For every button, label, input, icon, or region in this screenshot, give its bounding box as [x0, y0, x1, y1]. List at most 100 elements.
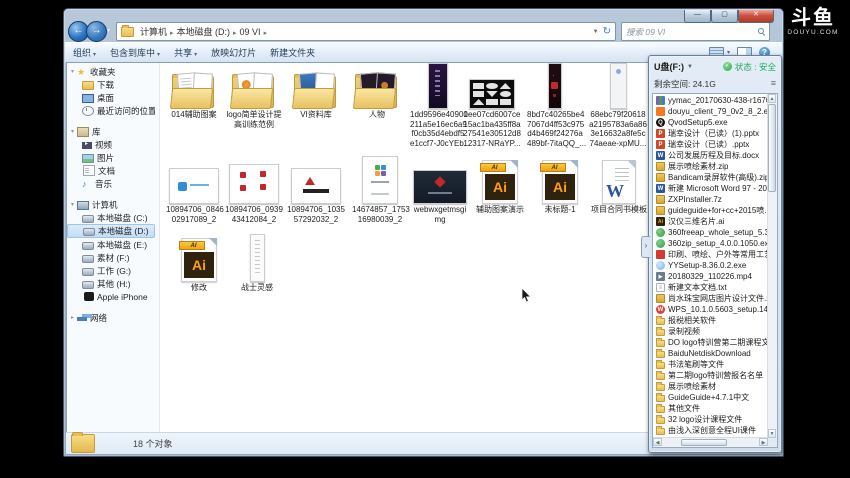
forward-button[interactable]: → [86, 21, 107, 42]
horizontal-scroll-thumb[interactable] [681, 439, 727, 446]
usb-file-row[interactable]: ▶20180329_110226.mp4 [653, 271, 768, 282]
sidebar-item[interactable]: 素材 (F:) [67, 251, 155, 264]
file-item[interactable]: 10894706_093943412084_2 [224, 156, 284, 224]
usb-file-row[interactable]: 尚水珠宝网店图片设计文件.zip [653, 293, 768, 304]
usb-file-row[interactable]: 由浅入深创意全程UI课件 [653, 425, 768, 436]
file-item[interactable]: AIAi辅助图案演示 [471, 156, 529, 215]
file-item[interactable]: webwxgetmsgimg [411, 156, 469, 224]
scroll-right-icon[interactable]: ▶ [759, 438, 768, 446]
sidebar-item[interactable]: 工作 (G:) [67, 264, 155, 277]
scroll-left-icon[interactable]: ◀ [653, 438, 662, 446]
address-dropdown-icon[interactable]: ▼ [593, 29, 599, 35]
refresh-icon[interactable]: ↻ [603, 27, 611, 37]
sidebar-item[interactable]: 下载 [67, 78, 155, 91]
sidebar-item[interactable]: 本地磁盘 (C:) [67, 211, 155, 224]
maximize-button[interactable]: ▢ [711, 10, 738, 23]
file-item[interactable]: W项目合同书模板 [590, 156, 648, 215]
usb-file-row[interactable]: YYSetup-8.36.0.2.exe [653, 260, 768, 271]
toolbar-button[interactable]: 新建文件夹 [270, 48, 315, 58]
usb-file-row[interactable]: DO logo特训营第二期课程文件 [653, 337, 768, 348]
usb-file-row[interactable]: GuideGuide+4.7.1中文 [653, 392, 768, 403]
breadcrumb-item[interactable]: 本地磁盘 (D:) [175, 27, 233, 37]
file-item[interactable]: 68ebc79f20618a2195783a6a863e16632a8fe5c7… [589, 65, 647, 148]
sidebar-item[interactable]: ▾库 [67, 125, 155, 138]
file-name: 10894706_093943412084_2 [224, 205, 284, 224]
close-button[interactable]: ✕ [738, 10, 774, 23]
usb-drive-dropdown-icon[interactable]: ▼ [687, 64, 693, 70]
usb-file-row[interactable]: 展示喷绘素材 [653, 381, 768, 392]
toolbar-button[interactable]: 共享▾ [174, 48, 197, 58]
usb-file-row[interactable]: 第二期logo特训营报名名单 [653, 370, 768, 381]
address-bar[interactable]: 计算机▸本地磁盘 (D:)▸09 VI▸ ▼ ↻ [116, 22, 616, 41]
panel-collapse-arrow-icon[interactable]: › [641, 236, 650, 258]
usb-file-row[interactable]: 360freeap_whole_setup_5.3.0... [653, 227, 768, 238]
usb-file-row[interactable]: 32 logo设计课程文件 [653, 414, 768, 425]
sidebar-item[interactable]: 最近访问的位置 [67, 104, 155, 117]
usb-drive-title[interactable]: U盘(F:) [654, 60, 684, 73]
usb-file-row[interactable]: douyu_client_79_0v2_8_2.exe [653, 106, 768, 117]
usb-file-row[interactable]: 其他文件 [653, 403, 768, 414]
file-item[interactable]: AIAi修改 [171, 236, 227, 293]
file-item[interactable]: 1dd9596e40900211a5e16ec6a9f0cb35d4ebdf5e… [410, 65, 466, 148]
scroll-down-icon[interactable]: ▼ [768, 429, 776, 438]
horizontal-scrollbar[interactable]: ◀ ▶ [653, 437, 768, 447]
file-item[interactable]: 1ee07cd6007ce15ac1ba435ff8a27541e30512d8… [463, 65, 521, 148]
sidebar-item[interactable]: Apple iPhone [67, 290, 155, 303]
toolbar-button[interactable]: 组织▾ [73, 48, 96, 58]
usb-file-row[interactable]: 书法笔刷等文件 [653, 359, 768, 370]
usb-file-row[interactable]: W新建 Microsoft Word 97 - 20... [653, 183, 768, 194]
scroll-up-icon[interactable]: ▲ [768, 94, 776, 103]
usb-file-row[interactable]: P瑞幸设计（已读）(1).pptx [653, 128, 768, 139]
sidebar-item[interactable]: ▸网络 [67, 311, 155, 324]
file-item[interactable]: 014辅助图案 [166, 65, 222, 120]
toolbar-button[interactable]: 放映幻灯片 [211, 48, 256, 58]
usb-file-row[interactable]: ZXPInstaller.7z [653, 194, 768, 205]
search-icon[interactable] [758, 28, 765, 35]
file-item[interactable]: 8bd7c40265be47067d4ff53c975d4b469f24276a… [527, 65, 583, 148]
usb-file-row[interactable]: yymac_20170630-438-r1670... [653, 95, 768, 106]
vertical-scrollbar[interactable]: ▲ ▼ [767, 94, 777, 438]
usb-file-row[interactable]: guideguide+for+cc+2015喷... [653, 205, 768, 216]
search-box[interactable]: 搜索 09 VI [621, 22, 770, 41]
usb-file-row[interactable]: 录制视频 [653, 326, 768, 337]
usb-file-row[interactable]: Bandicam录屏软件(高级).zip [653, 172, 768, 183]
image-thumbnail [469, 79, 515, 109]
usb-file-row[interactable]: QQvodSetup5.exe [653, 117, 768, 128]
usb-file-row[interactable]: 报税相关软件 [653, 315, 768, 326]
file-item[interactable]: logo简单设计提高训练范例 [224, 65, 284, 129]
sidebar-item[interactable]: 其他 (H:) [67, 277, 155, 290]
sidebar-item[interactable]: 桌面 [67, 91, 155, 104]
toolbar-button[interactable]: 包含到库中▾ [110, 48, 160, 58]
menu-icon[interactable]: ≡ [771, 79, 776, 88]
usb-file-row[interactable]: 印刷、喷绘、户外等常用工艺... [653, 249, 768, 260]
file-item[interactable]: 人物 [348, 65, 406, 120]
usb-file-row[interactable]: ≡新建文本文档.txt [653, 282, 768, 293]
file-item[interactable]: 战士灵感 [229, 236, 285, 293]
file-item[interactable]: AIAi未标题-1 [531, 156, 589, 215]
sidebar-item[interactable]: 图片 [67, 151, 155, 164]
sidebar-item[interactable]: 本地磁盘 (E:) [67, 238, 155, 251]
sidebar-item[interactable]: 文档 [67, 164, 155, 177]
sidebar-item[interactable]: 视频 [67, 138, 155, 151]
sidebar-item[interactable]: ▾计算机 [67, 198, 155, 211]
sidebar-item[interactable]: 本地磁盘 (D:) [67, 224, 155, 238]
usb-file-row[interactable]: W公司发展历程及目标.docx [653, 150, 768, 161]
usb-file-row[interactable]: 展示喷绘素材.zip [653, 161, 768, 172]
file-item[interactable]: 14674857_175316980039_2 [352, 156, 408, 224]
usb-file-row[interactable]: Ai汉仪三维名片.ai [653, 216, 768, 227]
sidebar-item[interactable]: ▾收藏夹 [67, 65, 155, 78]
breadcrumb-item[interactable]: 09 VI [238, 27, 263, 37]
file-item[interactable]: 10894706_084602917089_2 [166, 156, 222, 224]
usb-file-row[interactable]: P瑞幸设计（已读）.pptx [653, 139, 768, 150]
file-item[interactable]: VI资料库 [286, 65, 346, 120]
file-item[interactable]: 10894706_103557292032_2 [286, 156, 346, 224]
globe-file-icon [656, 228, 665, 237]
sidebar-item[interactable]: 音乐 [67, 177, 155, 190]
usb-file-row[interactable]: WWPS_10.1.0.5603_setup.1468... [653, 304, 768, 315]
history-dropdown-icon[interactable]: ▾ [107, 27, 110, 34]
breadcrumb-item[interactable]: 计算机 [138, 27, 169, 37]
vertical-scroll-thumb[interactable] [768, 104, 776, 192]
usb-file-row[interactable]: 360zip_setup_4.0.0.1050.exe [653, 238, 768, 249]
minimize-button[interactable]: — [684, 10, 711, 23]
usb-file-row[interactable]: BaiduNetdiskDownload [653, 348, 768, 359]
